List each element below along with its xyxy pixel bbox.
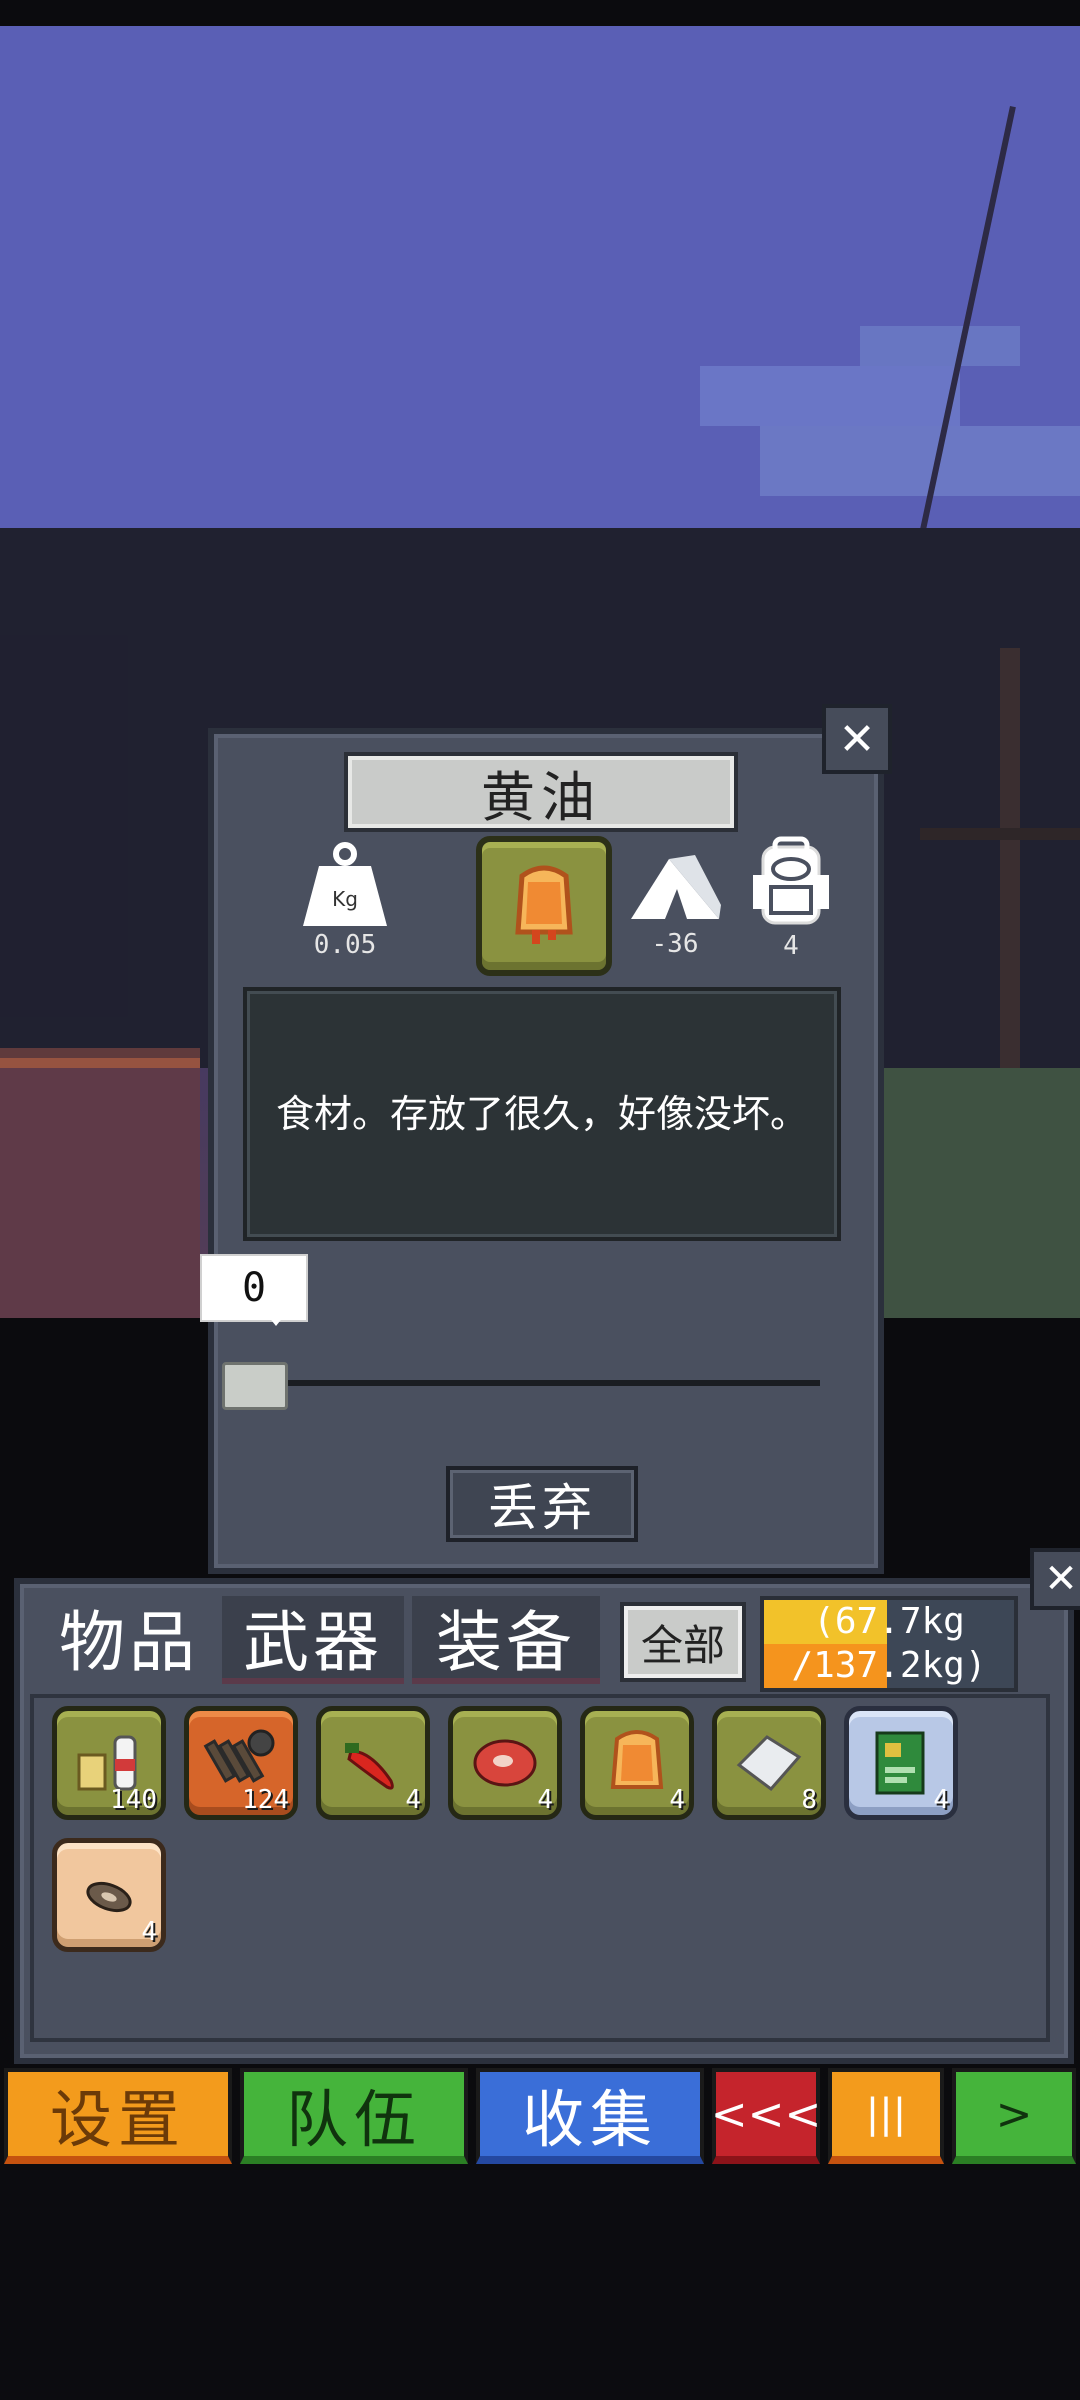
inventory-slot[interactable]: 8 — [712, 1706, 826, 1820]
pause-button[interactable]: ||| — [828, 2068, 944, 2164]
status-bar — [0, 0, 1080, 26]
quantity-slider-handle[interactable] — [222, 1362, 288, 1410]
tab-weapons[interactable]: 武器 — [222, 1596, 404, 1684]
quantity-pointer — [268, 1316, 284, 1326]
item-icon-frame — [476, 836, 612, 976]
weight-icon-label: Kg — [332, 887, 358, 911]
slot-count: 4 — [405, 1785, 421, 1815]
rewind-button[interactable]: <<< — [711, 2068, 821, 2164]
slot-count: 4 — [537, 1785, 553, 1815]
slot-count: 4 — [669, 1785, 685, 1815]
inventory-close-button[interactable]: ✕ — [1030, 1548, 1080, 1610]
inventory-slot[interactable]: 4 — [844, 1706, 958, 1820]
butter-icon — [515, 865, 573, 944]
carry-weight-indicator: (67.7kg /137.2kg) — [760, 1596, 1018, 1692]
sky-background — [0, 26, 1080, 528]
capacity-value: 4 — [783, 931, 799, 961]
filter-all-button[interactable]: 全部 — [620, 1602, 746, 1682]
carry-weight-current: (67.7kg — [813, 1601, 965, 1642]
popup-close-button[interactable]: ✕ — [822, 704, 892, 774]
team-button[interactable]: 队伍 — [240, 2068, 468, 2164]
backpack-icon — [753, 836, 829, 925]
tent-icon — [631, 855, 721, 919]
inventory-slot[interactable]: 4 — [52, 1838, 166, 1952]
weight-icon: Kg — [303, 842, 387, 926]
slot-count: 124 — [242, 1785, 289, 1815]
temperature-value: -36 — [651, 929, 699, 959]
slot-count: 4 — [933, 1785, 949, 1815]
item-capacity-stat: 4 — [736, 835, 846, 961]
tab-items[interactable]: 物品 — [44, 1596, 214, 1681]
carry-weight-max: /137.2kg) — [791, 1645, 987, 1686]
discard-button[interactable]: 丢弃 — [446, 1466, 638, 1542]
item-description: 食材。存放了很久，好像没坏。 — [243, 987, 841, 1241]
inventory-slot[interactable]: 140 — [52, 1706, 166, 1820]
inventory-slot[interactable]: 4 — [580, 1706, 694, 1820]
slot-count: 4 — [141, 1917, 157, 1947]
settings-button[interactable]: 设置 — [4, 2068, 232, 2164]
item-name-title: 黄油 — [344, 752, 738, 832]
forward-button[interactable]: > — [952, 2068, 1076, 2164]
item-temperature-stat: -36 — [620, 845, 730, 959]
bottom-empty-area — [0, 2170, 1080, 2400]
slot-count: 140 — [110, 1785, 157, 1815]
collect-button[interactable]: 收集 — [476, 2068, 704, 2164]
item-weight-stat: Kg 0.05 — [290, 840, 400, 960]
weight-value: 0.05 — [313, 930, 377, 960]
inventory-slot[interactable]: 4 — [316, 1706, 430, 1820]
tab-equipment[interactable]: 装备 — [412, 1596, 600, 1684]
quantity-value: 0 — [200, 1254, 308, 1322]
inventory-slot[interactable]: 124 — [184, 1706, 298, 1820]
inventory-slot[interactable]: 4 — [448, 1706, 562, 1820]
slot-count: 8 — [801, 1785, 817, 1815]
quantity-slider-track[interactable] — [280, 1380, 820, 1386]
